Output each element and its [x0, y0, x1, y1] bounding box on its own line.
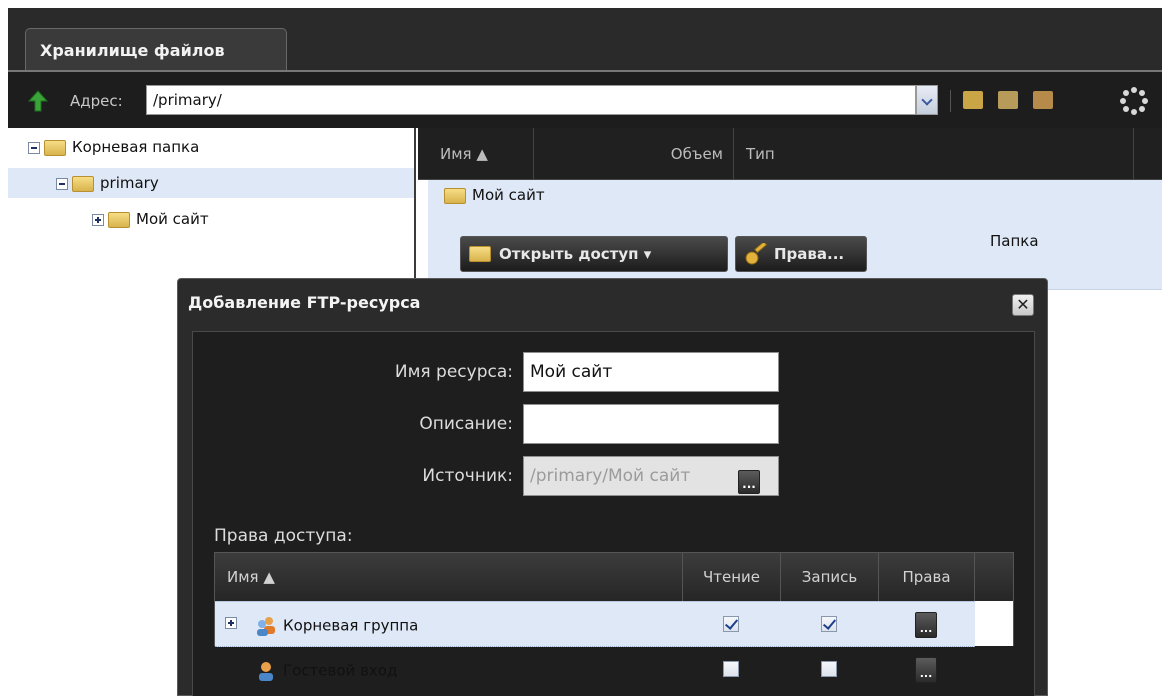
rights-edit-button[interactable]: ...	[915, 657, 937, 683]
user-icon	[259, 662, 273, 681]
rights-edit-button[interactable]: ...	[915, 612, 937, 638]
tree-item-primary[interactable]: primary	[8, 168, 414, 198]
tree-item-my-site[interactable]: Мой сайт	[92, 204, 209, 234]
column-write[interactable]: Запись	[781, 553, 879, 601]
edit-folder-icon[interactable]	[998, 91, 1018, 109]
column-type[interactable]: Тип	[734, 128, 1134, 180]
read-checkbox[interactable]	[723, 661, 739, 677]
folder-icon	[444, 187, 466, 204]
expand-icon[interactable]	[225, 617, 237, 629]
delete-folder-icon[interactable]	[1033, 91, 1053, 109]
file-storage-app: Хранилище файлов Адрес: /primary/ Корнев…	[0, 0, 1162, 696]
column-name[interactable]: Имя ▲	[215, 553, 683, 601]
resource-name-label: Имя ресурса:	[394, 362, 513, 382]
description-label: Описание:	[419, 414, 513, 434]
file-row-name: Мой сайт	[444, 186, 545, 204]
read-checkbox[interactable]	[723, 616, 739, 632]
tree-item-label: Корневая папка	[72, 138, 200, 156]
tab-file-storage[interactable]: Хранилище файлов	[25, 28, 287, 73]
key-icon	[745, 243, 768, 265]
rights-button[interactable]: Права...	[735, 236, 867, 272]
column-read[interactable]: Чтение	[683, 553, 781, 601]
open-access-button[interactable]: Открыть доступ ▾	[460, 236, 728, 272]
file-list-header: Имя ▲ Объем Тип	[418, 128, 1162, 180]
tree-item-label: primary	[100, 174, 159, 192]
description-input[interactable]	[523, 404, 779, 444]
access-rights-label: Права доступа:	[214, 526, 353, 546]
column-name[interactable]: Имя ▲	[418, 128, 534, 180]
permission-row-name: Корневая группа	[255, 615, 418, 637]
address-label: Адрес:	[70, 92, 123, 110]
tree-item-label: Мой сайт	[136, 210, 209, 228]
share-folder-icon	[469, 246, 491, 262]
file-row-type: Папка	[990, 232, 1039, 250]
address-dropdown-button[interactable]	[916, 85, 938, 115]
permissions-grid: Имя ▲ Чтение Запись Права Корневая групп…	[214, 552, 1014, 683]
new-folder-icon[interactable]	[963, 91, 983, 109]
permission-row-root-group[interactable]: Корневая группа ...	[215, 601, 975, 647]
add-ftp-resource-dialog: Добавление FTP-ресурса ✕ Имя ресурса: Мо…	[177, 278, 1048, 696]
write-checkbox[interactable]	[821, 661, 837, 677]
resource-name-input[interactable]: Мой сайт	[523, 352, 779, 392]
permission-row-guest[interactable]: Гостевой вход ...	[215, 647, 975, 693]
dialog-body: Имя ресурса: Мой сайт Описание: Источник…	[192, 331, 1035, 696]
tree-item-root[interactable]: Корневая папка	[28, 132, 199, 162]
permission-row-name: Гостевой вход	[255, 660, 397, 682]
toolbar-divider	[950, 90, 951, 112]
loading-spinner-icon[interactable]	[1120, 87, 1148, 115]
up-arrow-icon[interactable]	[28, 90, 48, 112]
address-input[interactable]: /primary/	[146, 85, 916, 115]
column-size[interactable]: Объем	[534, 128, 734, 180]
folder-icon	[72, 175, 94, 192]
collapse-icon[interactable]	[56, 177, 68, 190]
column-rights[interactable]: Права	[879, 553, 975, 601]
close-icon[interactable]: ✕	[1012, 294, 1034, 316]
tab-strip: Хранилище файлов	[8, 8, 1162, 73]
collapse-icon[interactable]	[28, 141, 40, 154]
dialog-title: Добавление FTP-ресурса	[188, 293, 421, 312]
folder-icon	[108, 211, 130, 228]
browse-source-button[interactable]: ...	[738, 470, 760, 494]
write-checkbox[interactable]	[821, 616, 837, 632]
address-toolbar: Адрес: /primary/	[8, 72, 1162, 128]
source-label: Источник:	[422, 466, 513, 486]
expand-icon[interactable]	[92, 213, 104, 226]
user-group-icon	[257, 617, 275, 636]
permissions-grid-header: Имя ▲ Чтение Запись Права	[215, 553, 1013, 601]
folder-icon	[44, 139, 66, 156]
